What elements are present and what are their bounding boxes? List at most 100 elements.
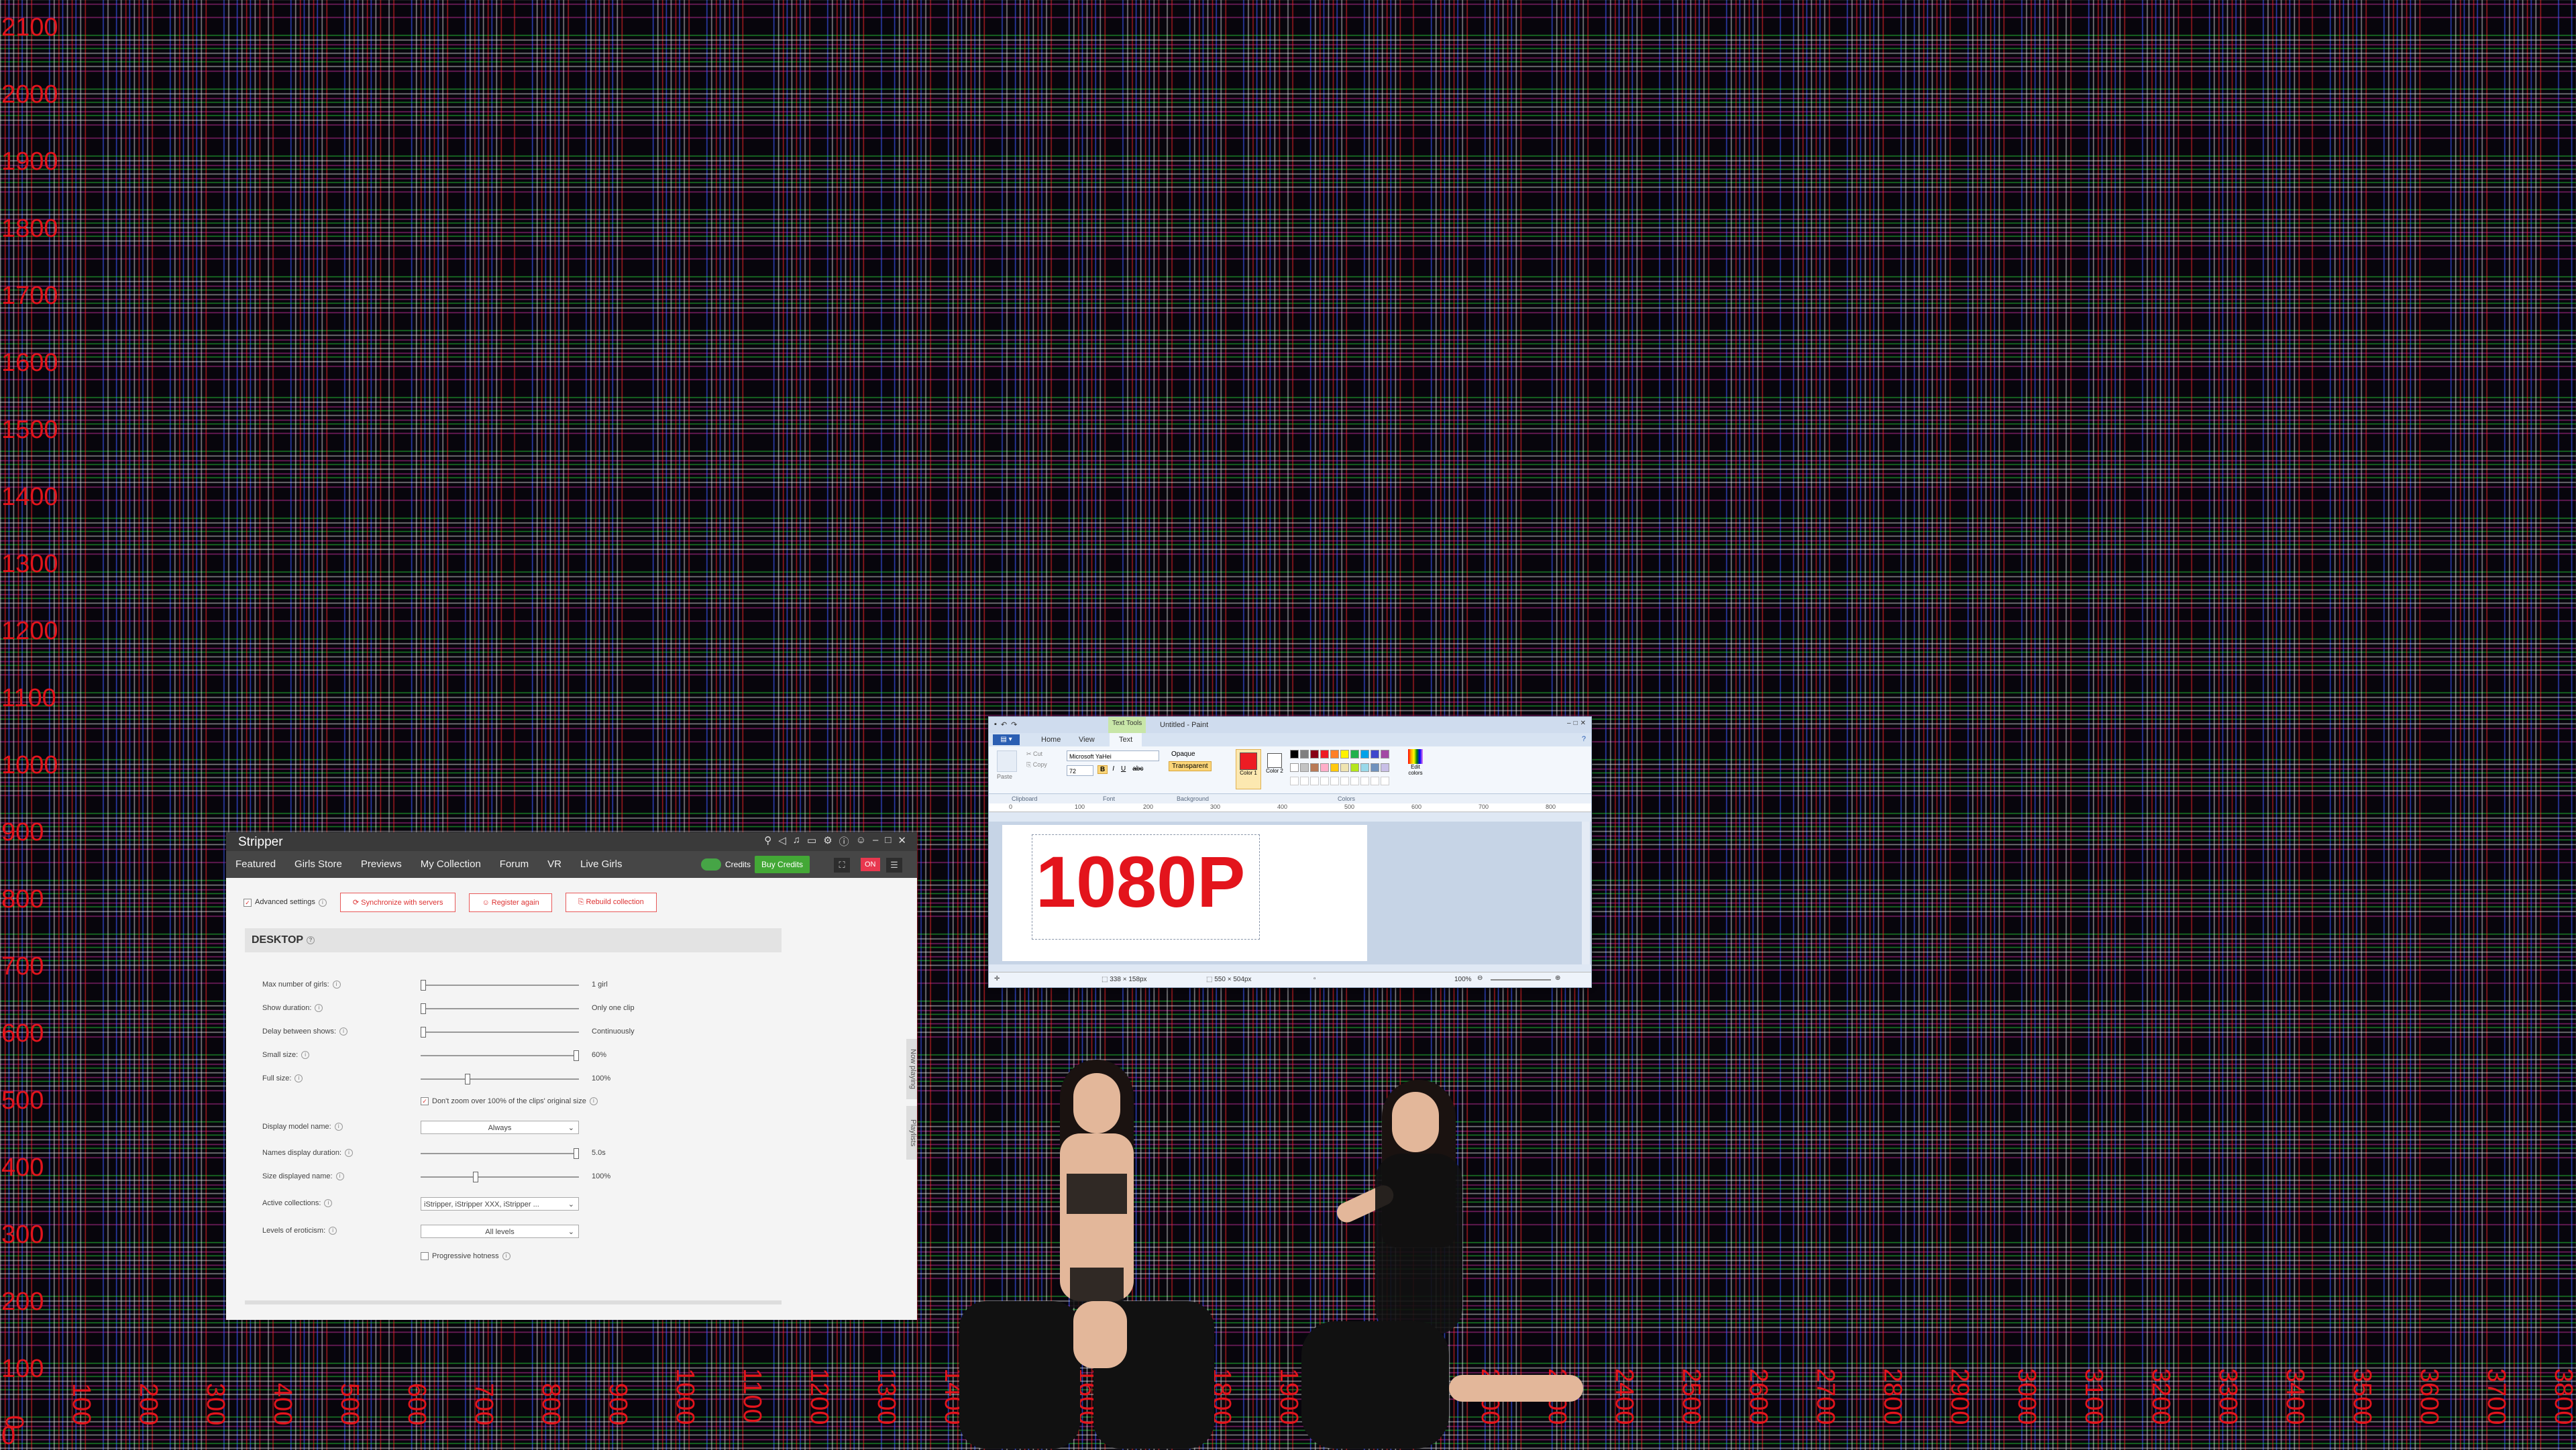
slider-thumb[interactable]: [465, 1074, 470, 1084]
color-swatch[interactable]: [1300, 750, 1309, 759]
color-swatch[interactable]: [1350, 750, 1359, 759]
color-swatch[interactable]: [1290, 750, 1299, 759]
close-icon[interactable]: ✕: [898, 834, 906, 848]
max-girls-slider[interactable]: [421, 980, 579, 991]
opaque-option[interactable]: Opaque: [1171, 750, 1195, 758]
rebuild-button[interactable]: ⎘ Rebuild collection: [565, 893, 657, 912]
register-button[interactable]: ☺ Register again: [469, 893, 552, 912]
zoom-slider[interactable]: [1491, 979, 1551, 981]
empty-color-swatch[interactable]: [1320, 777, 1329, 785]
nav-live-girls[interactable]: Live Girls: [580, 858, 623, 870]
dont-zoom-checkbox[interactable]: ✓ Don't zoom over 100% of the clips' orig…: [421, 1097, 598, 1106]
nav-featured[interactable]: Featured: [235, 858, 276, 870]
maximize-icon[interactable]: □: [885, 834, 891, 848]
slider-thumb[interactable]: [421, 1027, 426, 1038]
monitor-icon[interactable]: ▭: [807, 834, 816, 848]
maximize-icon[interactable]: □: [1574, 720, 1578, 727]
paste-button[interactable]: Paste: [997, 773, 1012, 780]
empty-color-swatch[interactable]: [1290, 777, 1299, 785]
delay-slider[interactable]: [421, 1027, 579, 1038]
paint-menu-button[interactable]: ▤ ▾: [993, 734, 1020, 745]
active-collections-select[interactable]: iStripper, iStripper XXX, iStripper ... ⌄: [421, 1197, 579, 1211]
paint-window[interactable]: ▪ ↶ ↷ Text Tools Untitled - Paint – □ ✕ …: [988, 716, 1592, 988]
empty-color-swatch[interactable]: [1350, 777, 1359, 785]
color-swatch[interactable]: [1290, 763, 1299, 772]
buy-credits-button[interactable]: Buy Credits: [755, 856, 810, 873]
zoom-in-icon[interactable]: ⊕: [1555, 974, 1560, 982]
sound-icon[interactable]: ◁: [778, 834, 786, 848]
tab-home[interactable]: Home: [1041, 736, 1061, 744]
nav-previews[interactable]: Previews: [361, 858, 402, 870]
progressive-hotness-checkbox[interactable]: Progressive hotness i: [421, 1252, 511, 1261]
color-swatch[interactable]: [1330, 750, 1339, 759]
color2-selector[interactable]: Color 2: [1264, 749, 1285, 788]
size-displayed-name-slider[interactable]: [421, 1172, 579, 1182]
nav-girls-store[interactable]: Girls Store: [294, 858, 342, 870]
minimize-icon[interactable]: –: [1567, 720, 1571, 727]
playlists-tab[interactable]: Playlists: [906, 1106, 917, 1160]
color-swatch[interactable]: [1381, 750, 1389, 759]
edit-colors-button[interactable]: Edit colors: [1403, 749, 1428, 776]
stripper-window[interactable]: Stripper ⚲ ◁ ♫ ▭ ⚙ ⓘ ☺ – □ ✕ Featured Gi…: [226, 832, 917, 1320]
color-swatch[interactable]: [1320, 750, 1329, 759]
nav-my-collection[interactable]: My Collection: [421, 858, 481, 870]
minimize-icon[interactable]: –: [873, 834, 878, 848]
empty-color-swatch[interactable]: [1300, 777, 1309, 785]
full-size-slider[interactable]: [421, 1074, 579, 1084]
tab-text[interactable]: Text: [1110, 733, 1142, 746]
empty-color-swatch[interactable]: [1330, 777, 1339, 785]
empty-color-swatch[interactable]: [1360, 777, 1369, 785]
underline-button[interactable]: U: [1119, 765, 1128, 774]
on-toggle[interactable]: ON: [861, 858, 880, 871]
save-icon[interactable]: ▪: [994, 720, 997, 729]
color-swatch[interactable]: [1320, 763, 1329, 772]
tab-view[interactable]: View: [1079, 736, 1095, 744]
color-swatch[interactable]: [1371, 763, 1379, 772]
color-swatch[interactable]: [1350, 763, 1359, 772]
copy-button[interactable]: ⎘ Copy: [1026, 761, 1047, 769]
slider-thumb[interactable]: [473, 1172, 478, 1182]
color-swatch[interactable]: [1360, 763, 1369, 772]
advanced-settings-checkbox[interactable]: ✓ Advanced settings i: [244, 898, 327, 907]
stripper-titlebar[interactable]: Stripper ⚲ ◁ ♫ ▭ ⚙ ⓘ ☺ – □ ✕: [226, 832, 917, 851]
color-swatch[interactable]: [1381, 763, 1389, 772]
color-swatch[interactable]: [1310, 763, 1319, 772]
empty-color-swatch[interactable]: [1340, 777, 1349, 785]
color-swatch[interactable]: [1371, 750, 1379, 759]
paint-canvas-area[interactable]: 1080P: [989, 822, 1591, 964]
cut-button[interactable]: ✂ Cut: [1026, 750, 1042, 758]
close-icon[interactable]: ✕: [1580, 720, 1586, 727]
user-icon[interactable]: ☺: [856, 834, 866, 848]
text-selection-box[interactable]: [1032, 834, 1260, 940]
empty-color-swatch[interactable]: [1310, 777, 1319, 785]
color-swatch[interactable]: [1340, 750, 1349, 759]
color-swatch[interactable]: [1310, 750, 1319, 759]
zoom-out-icon[interactable]: ⊖: [1477, 974, 1483, 982]
info-icon[interactable]: ⓘ: [839, 834, 849, 848]
paste-icon[interactable]: [997, 750, 1017, 772]
empty-color-swatch[interactable]: [1381, 777, 1389, 785]
nav-vr[interactable]: VR: [547, 858, 561, 870]
fullscreen-icon[interactable]: ⛶: [834, 858, 850, 873]
small-size-slider[interactable]: [421, 1050, 579, 1061]
color1-selector[interactable]: Color 1: [1236, 749, 1261, 789]
color-swatch[interactable]: [1300, 763, 1309, 772]
paint-titlebar[interactable]: ▪ ↶ ↷ Text Tools Untitled - Paint – □ ✕: [989, 717, 1591, 733]
pin-icon[interactable]: ⚲: [764, 834, 771, 848]
color-swatch[interactable]: [1330, 763, 1339, 772]
nav-forum[interactable]: Forum: [500, 858, 529, 870]
strikethrough-button[interactable]: abc: [1130, 765, 1145, 774]
music-icon[interactable]: ♫: [793, 834, 800, 848]
color-swatch[interactable]: [1340, 763, 1349, 772]
undo-icon[interactable]: ↶: [1001, 720, 1007, 729]
font-family-select[interactable]: Microsoft YaHei: [1067, 750, 1159, 761]
slider-thumb[interactable]: [574, 1148, 579, 1159]
paint-canvas[interactable]: 1080P: [1002, 825, 1367, 961]
slider-thumb[interactable]: [421, 1003, 426, 1014]
slider-thumb[interactable]: [574, 1050, 579, 1061]
show-duration-slider[interactable]: [421, 1003, 579, 1014]
italic-button[interactable]: I: [1110, 765, 1116, 774]
empty-color-swatch[interactable]: [1371, 777, 1379, 785]
transparent-option[interactable]: Transparent: [1169, 761, 1212, 771]
bold-button[interactable]: B: [1097, 765, 1108, 774]
